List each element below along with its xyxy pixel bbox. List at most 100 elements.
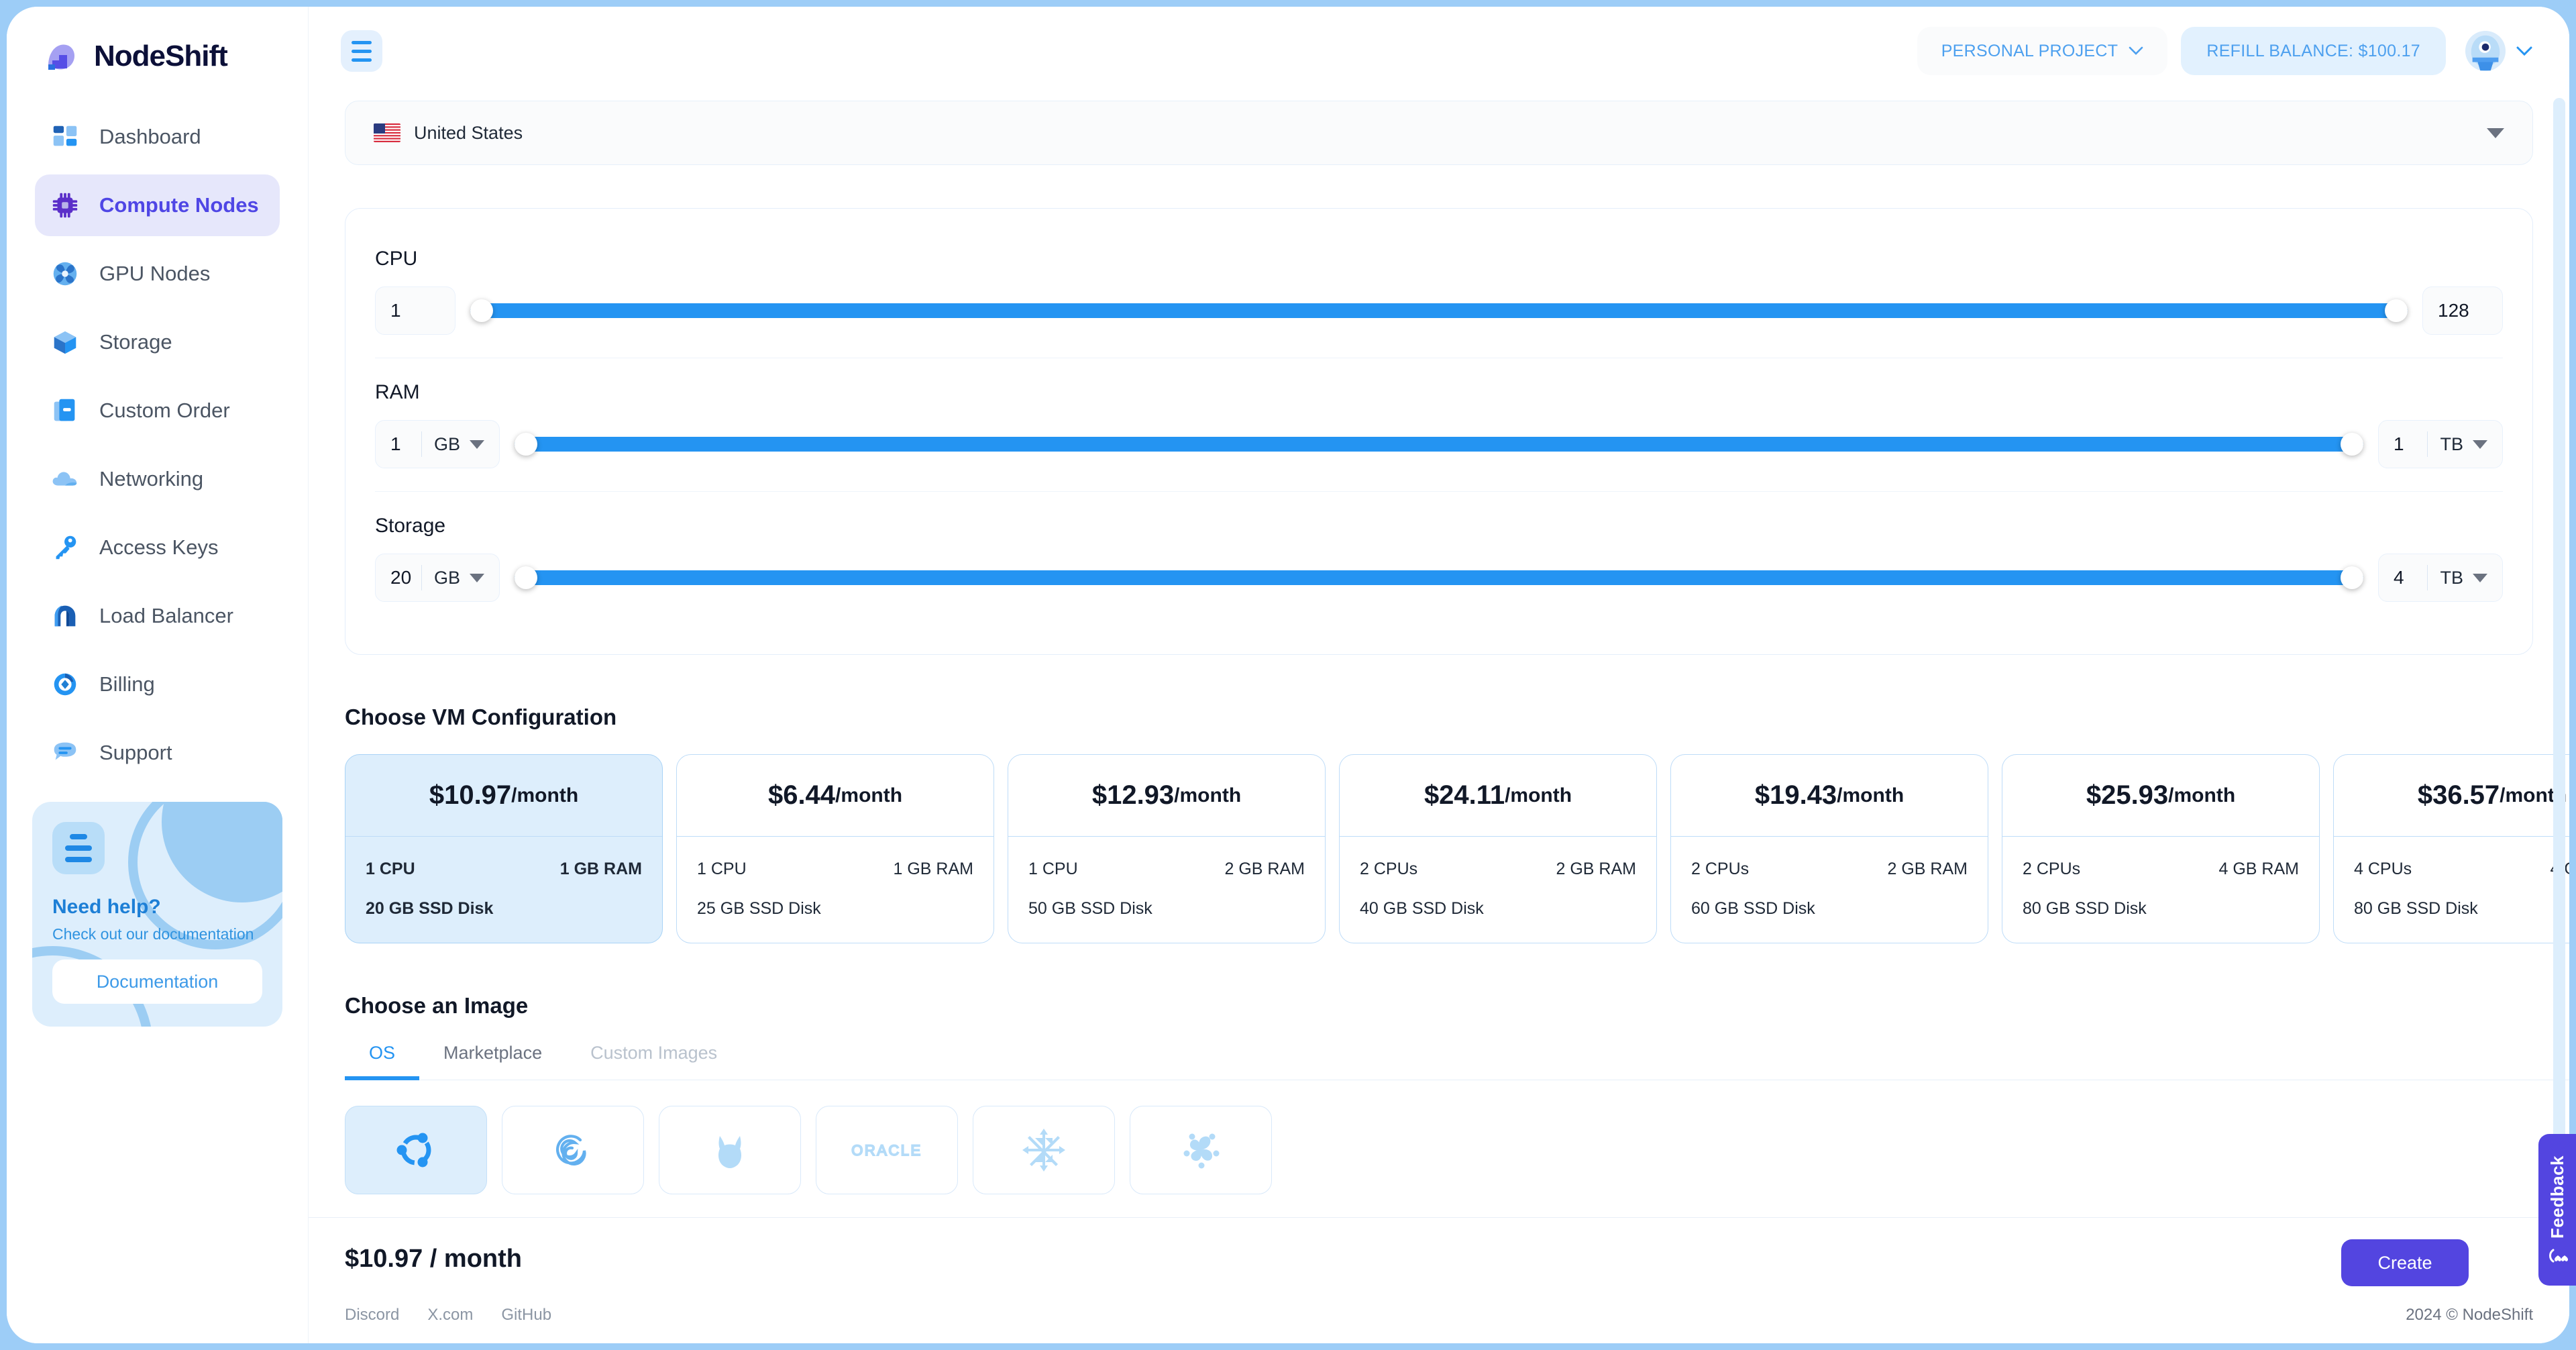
vm-section-title: Choose VM Configuration [345,705,617,729]
vm-config-card[interactable]: $6.44/month 1 CPU 1 GB RAM 25 GB SSD Dis… [676,754,994,943]
rockylinux-logo-icon [1183,1133,1220,1169]
footer-link-xcom[interactable]: X.com [427,1306,473,1325]
sidebar-item-compute-nodes[interactable]: Compute Nodes [35,174,280,236]
sidebar-item-dashboard[interactable]: Dashboard [35,106,280,168]
slider-knob-max[interactable] [2385,299,2408,322]
slider-knob-max[interactable] [2341,433,2363,456]
create-button[interactable]: Create [2341,1239,2469,1286]
chevron-down-icon[interactable] [470,439,484,449]
hamburger-icon[interactable] [341,30,382,72]
dashboard-icon [53,125,77,146]
slider-knob-max[interactable] [2341,566,2363,589]
slider-knob-min[interactable] [515,433,537,456]
footer-bar: $10.97 / month Create Discord X.com GitH… [309,1217,2569,1343]
feedback-tab[interactable]: Feedback [2538,1134,2576,1286]
smiley-heart-eyes-icon [2549,1249,2568,1263]
footer-link-discord[interactable]: Discord [345,1306,399,1325]
sidebar-nav: Dashboard Compute Nodes GPU Nodes Storag… [7,106,308,784]
cpu-max-value: 128 [2438,300,2469,321]
vm-config-card[interactable]: $24.11/month 2 CPUs 2 GB RAM 40 GB SSD D… [1339,754,1657,943]
freebsd-logo-icon [718,1136,741,1168]
sidebar-item-label: Storage [99,330,172,354]
oracle-logo-icon: ORACLE [851,1141,921,1159]
vm-config-card[interactable]: $25.93/month 2 CPUs 4 GB RAM 80 GB SSD D… [2002,754,2320,943]
cpu-max-input[interactable]: 128 [2422,287,2503,335]
sidebar-item-label: Compute Nodes [99,193,259,217]
tab-os[interactable]: OS [345,1043,420,1080]
vm-price-period: /month [511,784,579,807]
cube-icon [54,331,76,354]
project-selector-button[interactable]: PERSONAL PROJECT [1917,27,2168,75]
vm-price: $36.57/month [2334,755,2569,837]
documentation-button[interactable]: Documentation [52,959,262,1004]
slider-knob-min[interactable] [515,566,537,589]
vm-disk: 80 GB SSD Disk [2023,899,2147,918]
ram-min-input[interactable]: 1 GB [375,420,500,468]
copyright: 2024 © NodeShift [2406,1306,2533,1324]
chevron-down-icon[interactable] [470,573,484,582]
vm-cpu: 2 CPUs [1691,860,1750,878]
image-section-title: Choose an Image [345,993,529,1018]
vm-config-card[interactable]: $12.93/month 1 CPU 2 GB RAM 50 GB SSD Di… [1008,754,1326,943]
vm-price-period: /month [1837,784,1904,807]
chevron-down-icon[interactable] [2473,439,2487,449]
sidebar-item-storage[interactable]: Storage [35,311,280,373]
debian-logo-icon [556,1135,586,1166]
ram-min-value: 1 [390,433,401,454]
help-card: Need help? Check out our documentation D… [32,802,282,1027]
avatar-menu[interactable] [2465,30,2533,72]
tab-marketplace[interactable]: Marketplace [419,1043,566,1080]
vm-price-amount: $10.97 [429,780,512,810]
total-price: $10.97 / month [345,1245,522,1273]
brand[interactable]: NodeShift [7,7,308,81]
sidebar-item-access-keys[interactable]: Access Keys [35,517,280,578]
cpu-min-input[interactable]: 1 [375,287,455,335]
sidebar: NodeShift Dashboard Compute Nodes GPU No… [7,7,309,1343]
cpu-slider[interactable] [470,297,2408,324]
brand-name: NodeShift [94,40,228,72]
sidebar-item-billing[interactable]: Billing [35,654,280,715]
spec-label: CPU [375,248,418,270]
storage-max-input[interactable]: 4 TB [2378,554,2503,602]
scrollbar-thumb[interactable] [2553,164,2565,700]
footer-link-github[interactable]: GitHub [501,1306,551,1325]
os-card-ubuntu[interactable] [345,1106,487,1194]
os-card-debian[interactable] [502,1106,644,1194]
vm-price: $6.44/month [677,755,994,837]
region-select[interactable]: United States [345,101,2533,165]
vm-config-card[interactable]: $36.57/month 4 CPUs 4 GB RAM 80 GB SSD D… [2333,754,2569,943]
storage-slider[interactable] [515,564,2363,591]
cloud-icon [52,472,77,486]
main-scrollbar[interactable] [2553,98,2565,1212]
vm-config-card[interactable]: $10.97/month 1 CPU 1 GB RAM 20 GB SSD Di… [345,754,663,943]
vm-price: $24.11/month [1340,755,1656,837]
sidebar-item-label: Access Keys [99,535,219,559]
sidebar-item-support[interactable]: Support [35,722,280,784]
ram-max-input[interactable]: 1 TB [2378,420,2503,468]
sidebar-item-label: Billing [99,672,155,696]
os-card-rockylinux[interactable] [1130,1106,1272,1194]
vm-price: $25.93/month [2002,755,2319,837]
os-card-oracle[interactable]: ORACLE [816,1106,958,1194]
os-card-almalinux[interactable] [973,1106,1115,1194]
main-content: United States CPU 1 128 RAM 1 GB 1 TB St… [309,95,2569,1217]
slider-knob-min[interactable] [470,299,493,322]
sidebar-item-networking[interactable]: Networking [35,448,280,510]
ram-max-value: 1 [2394,433,2404,454]
refill-balance-button[interactable]: REFILL BALANCE: $100.17 [2181,27,2446,75]
region-name: United States [414,122,523,143]
sidebar-item-gpu-nodes[interactable]: GPU Nodes [35,243,280,305]
chevron-down-icon[interactable] [2473,573,2487,582]
ram-slider[interactable] [515,431,2363,458]
divider [421,431,422,457]
vm-config-list: $10.97/month 1 CPU 1 GB RAM 20 GB SSD Di… [345,754,2569,943]
vm-disk: 20 GB SSD Disk [366,899,494,918]
vm-disk: 60 GB SSD Disk [1691,899,1815,918]
tab-custom-images[interactable]: Custom Images [566,1043,741,1080]
ram-max-unit: TB [2440,433,2463,454]
os-card-freebsd[interactable] [659,1106,801,1194]
sidebar-item-load-balancer[interactable]: Load Balancer [35,585,280,647]
sidebar-item-custom-order[interactable]: Custom Order [35,380,280,442]
storage-min-input[interactable]: 20 GB [375,554,500,602]
vm-config-card[interactable]: $19.43/month 2 CPUs 2 GB RAM 60 GB SSD D… [1670,754,1988,943]
